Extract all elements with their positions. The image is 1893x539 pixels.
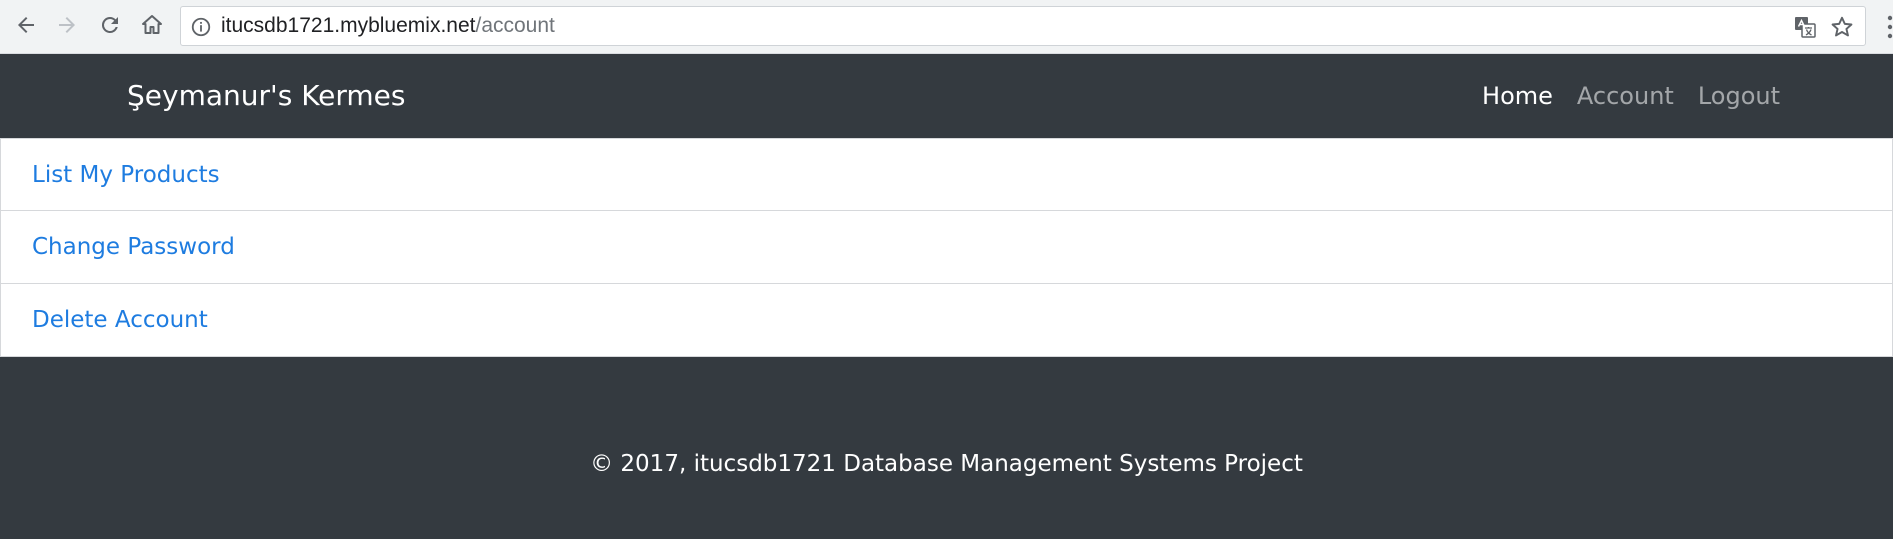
reload-button[interactable] xyxy=(93,8,127,42)
browser-toolbar: itucsdb1721.mybluemix.net/account xyxy=(0,0,1893,54)
footer-copyright: © 2017, itucsdb1721 Database Management … xyxy=(590,451,1303,477)
reload-icon xyxy=(101,16,118,33)
nav-link-logout[interactable]: Logout xyxy=(1698,82,1780,110)
url-host: itucsdb1721.mybluemix.net xyxy=(221,14,476,37)
nav-link-account[interactable]: Account xyxy=(1577,82,1674,110)
list-my-products-link[interactable]: List My Products xyxy=(0,138,1893,211)
site-navbar: Şeymanur's Kermes Home Account Logout xyxy=(0,54,1893,138)
home-button[interactable] xyxy=(135,8,169,42)
back-button[interactable] xyxy=(9,8,43,42)
forward-icon xyxy=(59,17,75,33)
delete-account-link[interactable]: Delete Account xyxy=(0,284,1893,357)
back-icon xyxy=(18,17,34,33)
info-icon[interactable] xyxy=(190,16,212,38)
translate-icon[interactable] xyxy=(1793,15,1817,39)
account-menu-list: List My Products Change Password Delete … xyxy=(0,138,1893,357)
url-path: /account xyxy=(475,14,555,37)
nav-link-home[interactable]: Home xyxy=(1482,82,1553,110)
url-text[interactable]: itucsdb1721.mybluemix.net/account xyxy=(221,7,555,45)
forward-button[interactable] xyxy=(50,8,84,42)
site-footer: © 2017, itucsdb1721 Database Management … xyxy=(0,359,1893,539)
nav-links: Home Account Logout xyxy=(1482,54,1780,138)
address-bar[interactable]: itucsdb1721.mybluemix.net/account xyxy=(180,6,1866,46)
star-icon[interactable] xyxy=(1829,14,1855,40)
home-icon xyxy=(142,15,162,34)
site-brand[interactable]: Şeymanur's Kermes xyxy=(127,54,406,138)
change-password-link[interactable]: Change Password xyxy=(0,211,1893,284)
kebab-menu-icon[interactable] xyxy=(1880,14,1893,40)
